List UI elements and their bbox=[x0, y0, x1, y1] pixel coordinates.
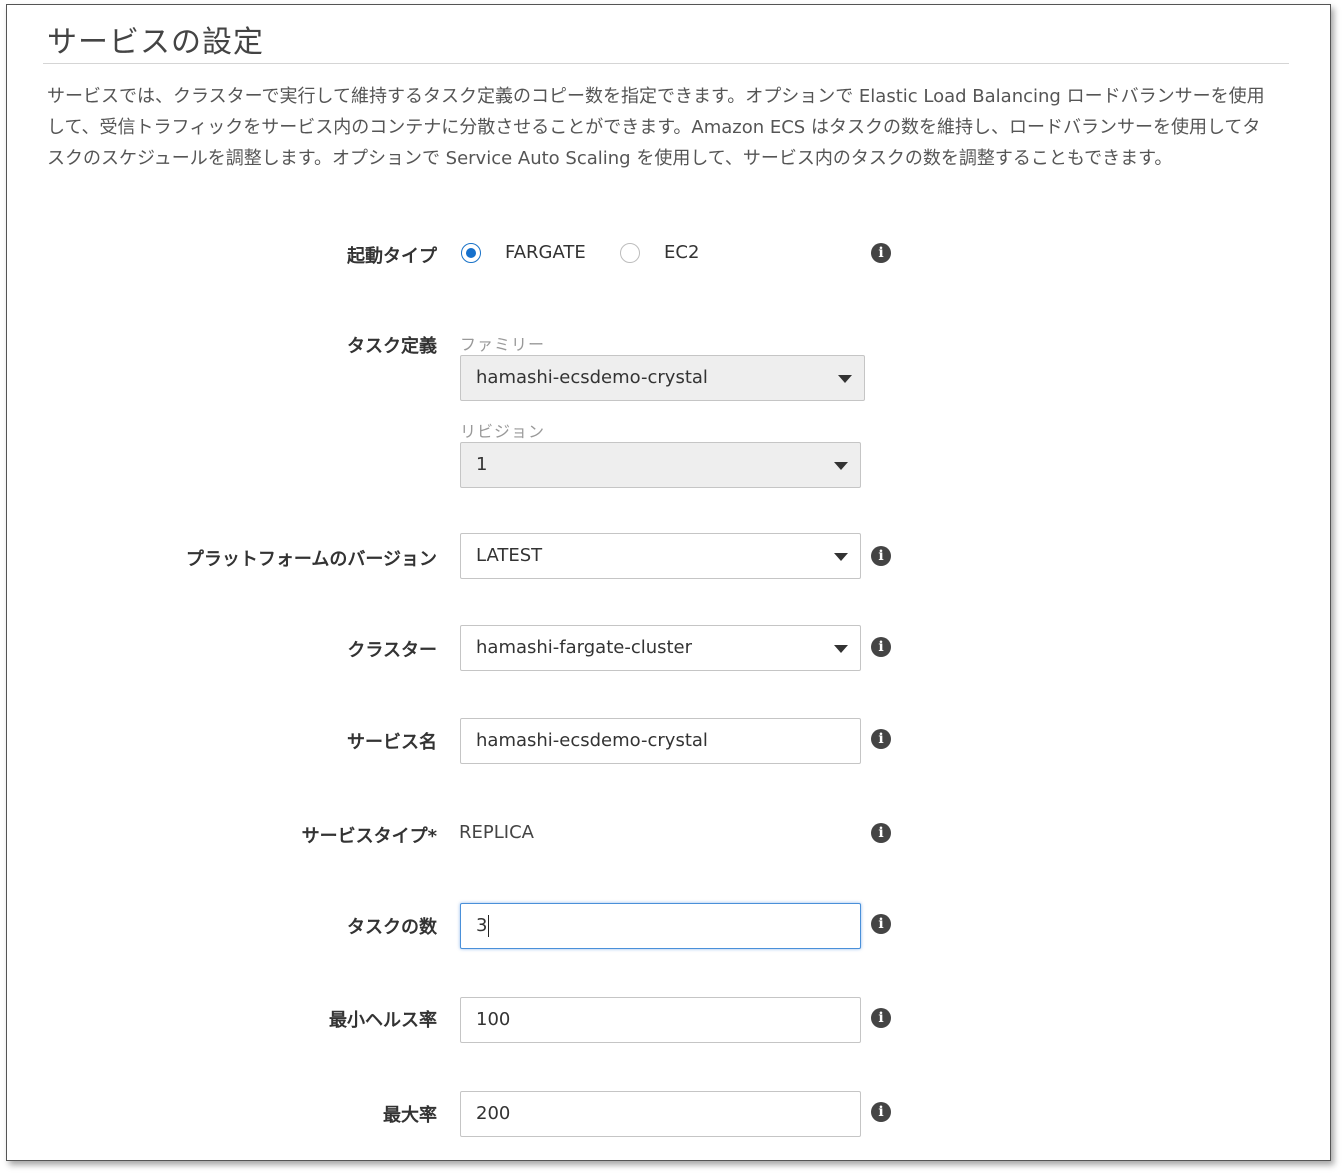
task-count-value: 3 bbox=[476, 915, 488, 936]
service-name-value: hamashi-ecsdemo-crystal bbox=[476, 730, 708, 751]
info-icon[interactable]: i bbox=[871, 1102, 891, 1122]
info-icon[interactable]: i bbox=[871, 914, 891, 934]
info-icon[interactable]: i bbox=[871, 729, 891, 749]
cluster-value: hamashi-fargate-cluster bbox=[476, 637, 693, 658]
service-name-input[interactable]: hamashi-ecsdemo-crystal bbox=[460, 718, 861, 764]
min-healthy-input[interactable]: 100 bbox=[460, 997, 861, 1043]
max-percent-label: 最大率 bbox=[383, 1105, 437, 1126]
radio-ec2[interactable] bbox=[620, 243, 640, 263]
text-cursor bbox=[488, 915, 490, 937]
chevron-down-icon bbox=[834, 645, 848, 653]
task-count-label: タスクの数 bbox=[347, 917, 437, 938]
radio-ec2-label[interactable]: EC2 bbox=[664, 242, 699, 263]
info-icon[interactable]: i bbox=[871, 823, 891, 843]
radio-fargate[interactable] bbox=[461, 243, 481, 263]
chevron-down-icon bbox=[834, 462, 848, 470]
platform-version-label: プラットフォームのバージョン bbox=[185, 549, 437, 570]
platform-version-select[interactable]: LATEST bbox=[460, 533, 861, 579]
task-count-input[interactable]: 3 bbox=[460, 903, 861, 949]
service-name-label: サービス名 bbox=[347, 732, 437, 753]
cluster-select[interactable]: hamashi-fargate-cluster bbox=[460, 625, 861, 671]
min-healthy-label: 最小ヘルス率 bbox=[329, 1010, 437, 1031]
info-icon[interactable]: i bbox=[871, 637, 891, 657]
info-icon[interactable]: i bbox=[871, 243, 891, 263]
max-percent-input[interactable]: 200 bbox=[460, 1091, 861, 1137]
revision-select[interactable]: 1 bbox=[460, 442, 861, 488]
revision-label: リビジョン bbox=[460, 422, 546, 441]
launch-type-label: 起動タイプ bbox=[347, 246, 437, 267]
chevron-down-icon bbox=[834, 553, 848, 561]
family-value: hamashi-ecsdemo-crystal bbox=[476, 367, 708, 388]
platform-version-value: LATEST bbox=[476, 545, 543, 566]
max-percent-value: 200 bbox=[476, 1103, 511, 1124]
section-description: サービスでは、クラスターで実行して維持するタスク定義のコピー数を指定できます。オ… bbox=[47, 86, 1265, 169]
family-select[interactable]: hamashi-ecsdemo-crystal bbox=[460, 355, 865, 401]
cluster-label: クラスター bbox=[347, 640, 437, 661]
radio-fargate-label[interactable]: FARGATE bbox=[505, 242, 586, 263]
service-type-label: サービスタイプ* bbox=[301, 826, 437, 847]
divider bbox=[43, 63, 1289, 64]
revision-value: 1 bbox=[476, 454, 488, 475]
page-title: サービスの設定 bbox=[47, 25, 264, 60]
service-type-value: REPLICA bbox=[459, 822, 534, 843]
service-settings-panel: サービスの設定 サービスでは、クラスターで実行して維持するタスク定義のコピー数を… bbox=[6, 4, 1331, 1161]
family-label: ファミリー bbox=[460, 335, 546, 354]
chevron-down-icon bbox=[838, 375, 852, 383]
info-icon[interactable]: i bbox=[871, 1008, 891, 1028]
task-definition-label: タスク定義 bbox=[347, 336, 437, 357]
min-healthy-value: 100 bbox=[476, 1009, 511, 1030]
info-icon[interactable]: i bbox=[871, 546, 891, 566]
